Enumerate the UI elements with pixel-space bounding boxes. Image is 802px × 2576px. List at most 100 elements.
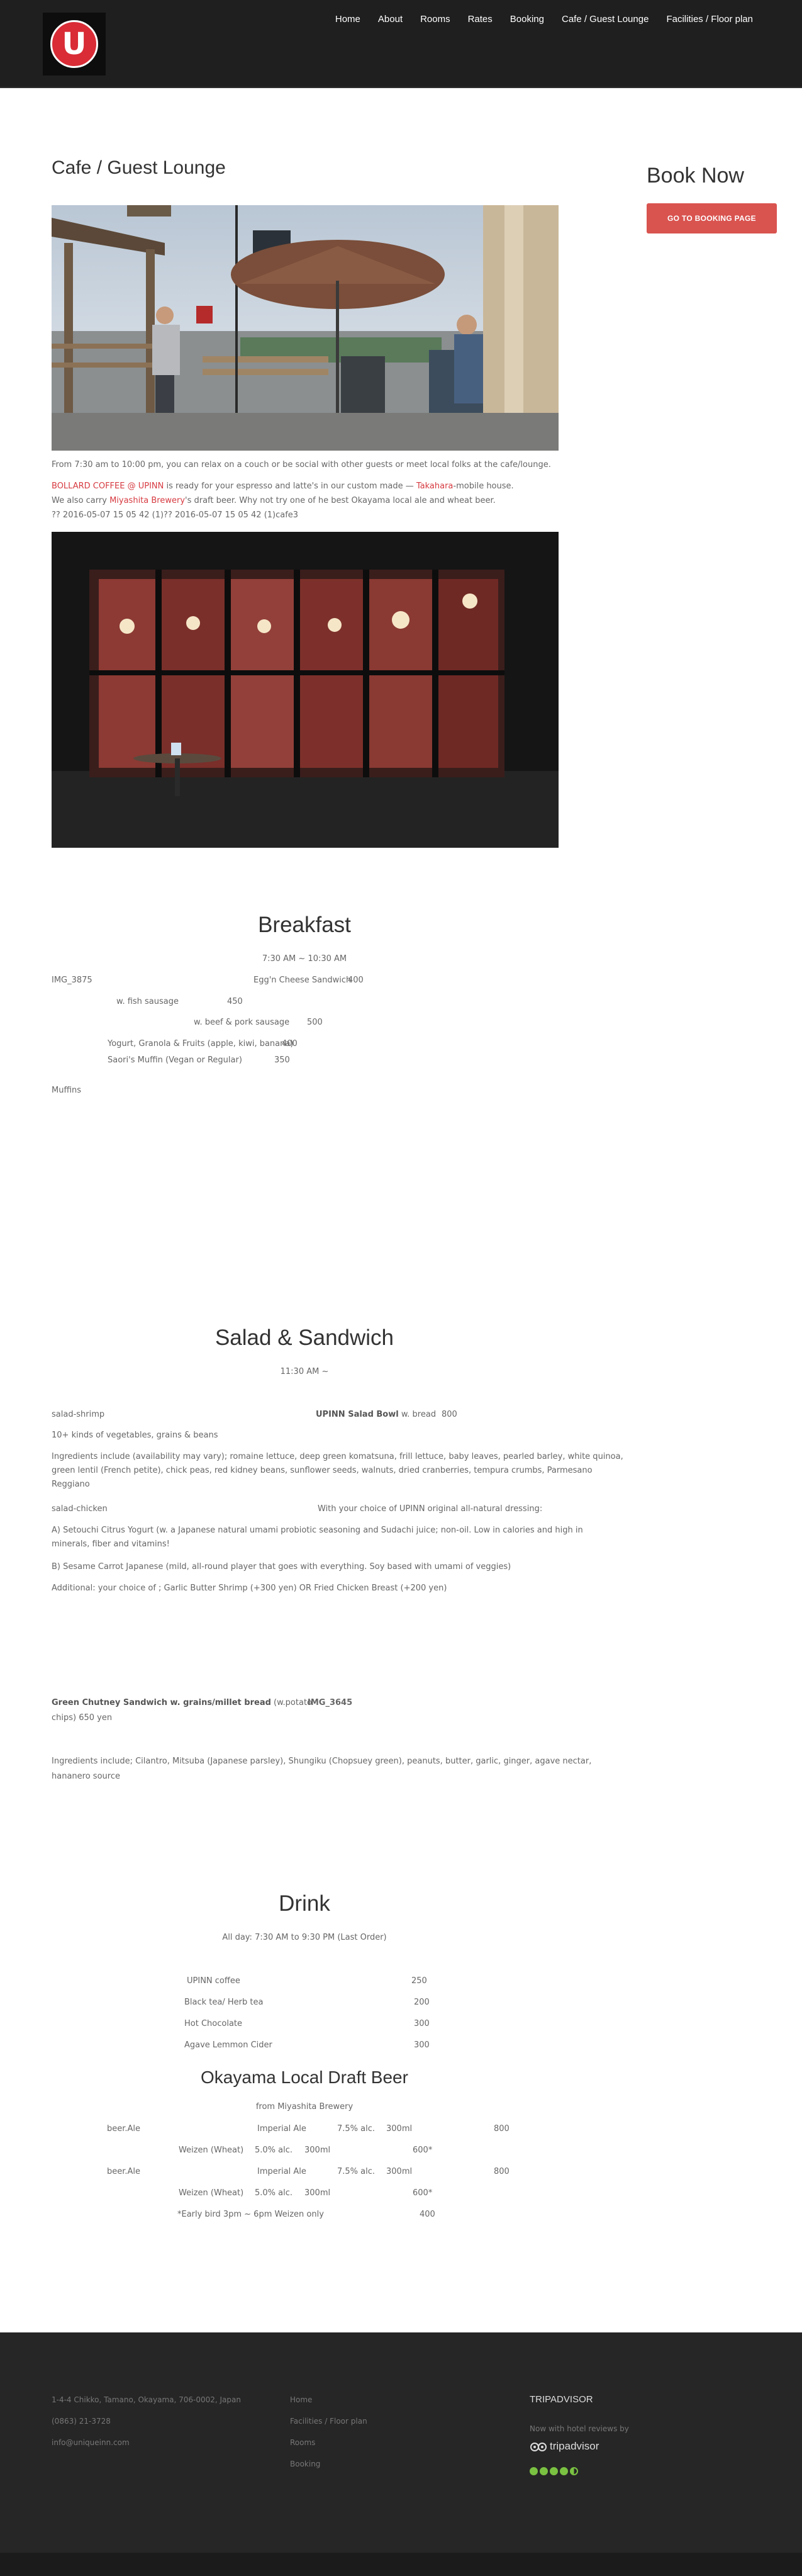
salad-ingredients-3: Reggiano: [52, 1480, 90, 1489]
nav-facilities[interactable]: Facilities / Floor plan: [666, 14, 753, 25]
breakfast-price-3: 500: [307, 1018, 323, 1027]
takahara-link[interactable]: Takahara: [416, 481, 454, 491]
tripadvisor-text: Now with hotel reviews by: [530, 2424, 629, 2433]
imperial-abv-1: 7.5% alc.: [337, 2124, 376, 2134]
bollard-coffee-link[interactable]: BOLLARD COFFEE @ UPINN: [52, 481, 164, 491]
rating-circle-icon: [530, 2467, 538, 2475]
nav-about[interactable]: About: [378, 14, 403, 25]
early-bird-price: 400: [420, 2210, 435, 2219]
drink-hours: All day: 7:30 AM to 9:30 PM (Last Order): [222, 1933, 387, 1942]
miyashita-link[interactable]: Miyashita Brewery: [109, 496, 185, 505]
footer-email[interactable]: info@uniqueinn.com: [52, 2438, 130, 2447]
book-now-title: Book Now: [647, 164, 744, 188]
weizen-name-2: Weizen (Wheat): [179, 2188, 244, 2198]
breakfast-price-5: 350: [274, 1055, 290, 1065]
drink-price-1: 250: [411, 1976, 427, 1986]
breakfast-price-4: 400: [282, 1039, 298, 1049]
imperial-vol-2: 300ml: [386, 2167, 413, 2176]
imperial-price-2: 800: [494, 2167, 510, 2176]
rating-half-circle-icon: [570, 2467, 578, 2475]
salad-dressing: With your choice of UPINN original all-n…: [318, 1504, 543, 1514]
drink-item-2: Black tea/ Herb tea: [184, 1998, 264, 2007]
drink-item-4: Agave Lemmon Cider: [184, 2040, 272, 2050]
beer-title: Okayama Local Draft Beer: [201, 2067, 408, 2087]
salad-ingredients-1: Ingredients include (availability may va…: [52, 1452, 623, 1461]
green-chutney-img-label: IMG_3645: [308, 1698, 353, 1707]
dressing-option-a-2: minerals, fiber and vitamins!: [52, 1539, 170, 1549]
tripadvisor-logo[interactable]: tripadvisor: [530, 2440, 599, 2453]
green-chutney-ingredients-1: Ingredients include; Cilantro, Mitsuba (…: [52, 1757, 592, 1766]
tripadvisor-brand: tripadvisor: [550, 2440, 599, 2452]
beer-label-2: beer.Ale: [107, 2167, 141, 2176]
nav-cafe[interactable]: Cafe / Guest Lounge: [562, 14, 649, 25]
beer-label-1: beer.Ale: [107, 2124, 141, 2134]
breakfast-item-1: Egg'n Cheese Sandwich: [253, 976, 352, 985]
rating-circle-icon: [560, 2467, 568, 2475]
salad-bowl-line: UPINN Salad Bowl w. bread: [316, 1410, 436, 1419]
dressing-option-b: B) Sesame Carrot Japanese (mild, all-rou…: [52, 1562, 511, 1572]
nav-rooms[interactable]: Rooms: [420, 14, 450, 25]
drink-item-3: Hot Chocolate: [184, 2019, 243, 2028]
salad-hours: 11:30 AM ~: [280, 1367, 329, 1376]
early-bird: *Early bird 3pm ~ 6pm Weizen only: [177, 2210, 324, 2219]
drink-title: Drink: [279, 1891, 330, 1916]
coffee-line: BOLLARD COFFEE @ UPINN is ready for your…: [52, 481, 514, 491]
coffee-line-text: is ready for your espresso and latte's i…: [164, 481, 416, 491]
salad-bowl-name: UPINN Salad Bowl: [316, 1410, 399, 1419]
nav-booking[interactable]: Booking: [510, 14, 544, 25]
nav-rates[interactable]: Rates: [468, 14, 493, 25]
muffins-label: Muffins: [52, 1086, 82, 1095]
footer-phone: (0863) 21-3728: [52, 2417, 111, 2426]
imperial-name-1: Imperial Ale: [257, 2124, 306, 2134]
footer-link-rooms[interactable]: Rooms: [290, 2438, 315, 2447]
breakfast-price-2: 450: [227, 997, 243, 1006]
beer-line: We also carry Miyashita Brewery's draft …: [52, 496, 496, 505]
weizen-vol-1: 300ml: [304, 2146, 331, 2155]
salad-img-label-2: salad-chicken: [52, 1504, 108, 1514]
imperial-price-1: 800: [494, 2124, 510, 2134]
weizen-price-1: 600*: [413, 2146, 433, 2155]
beer-from: from Miyashita Brewery: [255, 2102, 354, 2112]
salad-bowl-suffix: w. bread: [398, 1410, 437, 1419]
green-chutney-ingredients-2: hananero source: [52, 1772, 120, 1781]
nav-home[interactable]: Home: [335, 14, 360, 25]
breakfast-item-4: Yogurt, Granola & Fruits (apple, kiwi, b…: [108, 1039, 294, 1049]
imperial-name-2: Imperial Ale: [257, 2167, 306, 2176]
imperial-vol-1: 300ml: [386, 2124, 413, 2134]
rating-circle-icon: [540, 2467, 548, 2475]
green-chutney-suffix: (w.potato: [270, 1698, 313, 1707]
weizen-price-2: 600*: [413, 2188, 433, 2198]
page-title: Cafe / Guest Lounge: [52, 157, 226, 178]
tripadvisor-title: TRIPADVISOR: [530, 2394, 593, 2405]
breakfast-img-label: IMG_3875: [52, 976, 92, 985]
breakfast-hours: 7:30 AM ~ 10:30 AM: [262, 954, 347, 964]
beer-line-start: We also carry: [52, 496, 110, 505]
booking-button[interactable]: GO TO BOOKING PAGE: [647, 203, 777, 233]
breakfast-item-5: Saori's Muffin (Vegan or Regular): [108, 1055, 242, 1065]
intro-text: From 7:30 am to 10:00 pm, you can relax …: [52, 460, 551, 470]
breakfast-price-1: 400: [348, 976, 364, 985]
footer-link-booking[interactable]: Booking: [290, 2460, 320, 2468]
cafe-night-photo: [52, 532, 559, 848]
breakfast-item-2: w. fish sausage: [116, 997, 179, 1006]
green-chutney-line-2: chips) 650 yen: [52, 1713, 113, 1723]
weizen-vol-2: 300ml: [304, 2188, 331, 2198]
imperial-abv-2: 7.5% alc.: [337, 2167, 376, 2176]
salad-additional: Additional: your choice of ; Garlic Butt…: [52, 1583, 447, 1593]
image-caption: ?? 2016-05-07 15 05 42 (1)?? 2016-05-07 …: [52, 510, 299, 520]
footer-link-facilities[interactable]: Facilities / Floor plan: [290, 2417, 367, 2426]
breakfast-title: Breakfast: [258, 913, 351, 937]
salad-veg: 10+ kinds of vegetables, grains & beans: [52, 1431, 218, 1440]
salad-bowl-price: 800: [442, 1410, 457, 1419]
site-logo[interactable]: U: [43, 13, 106, 76]
weizen-name-1: Weizen (Wheat): [179, 2146, 244, 2155]
green-chutney-name: Green Chutney Sandwich w. grains/millet …: [52, 1698, 271, 1707]
footer-bottom-bar: [0, 2553, 802, 2576]
breakfast-item-3: w. beef & pork sausage: [194, 1018, 290, 1027]
cafe-terrace-photo: [52, 205, 559, 451]
drink-price-4: 300: [414, 2040, 430, 2050]
footer-link-home[interactable]: Home: [290, 2395, 312, 2404]
footer-address: 1-4-4 Chikko, Tamano, Okayama, 706-0002,…: [52, 2395, 241, 2404]
salad-ingredients-2: green lentil (French petite), chick peas…: [52, 1466, 593, 1475]
weizen-abv-1: 5.0% alc.: [255, 2146, 293, 2155]
